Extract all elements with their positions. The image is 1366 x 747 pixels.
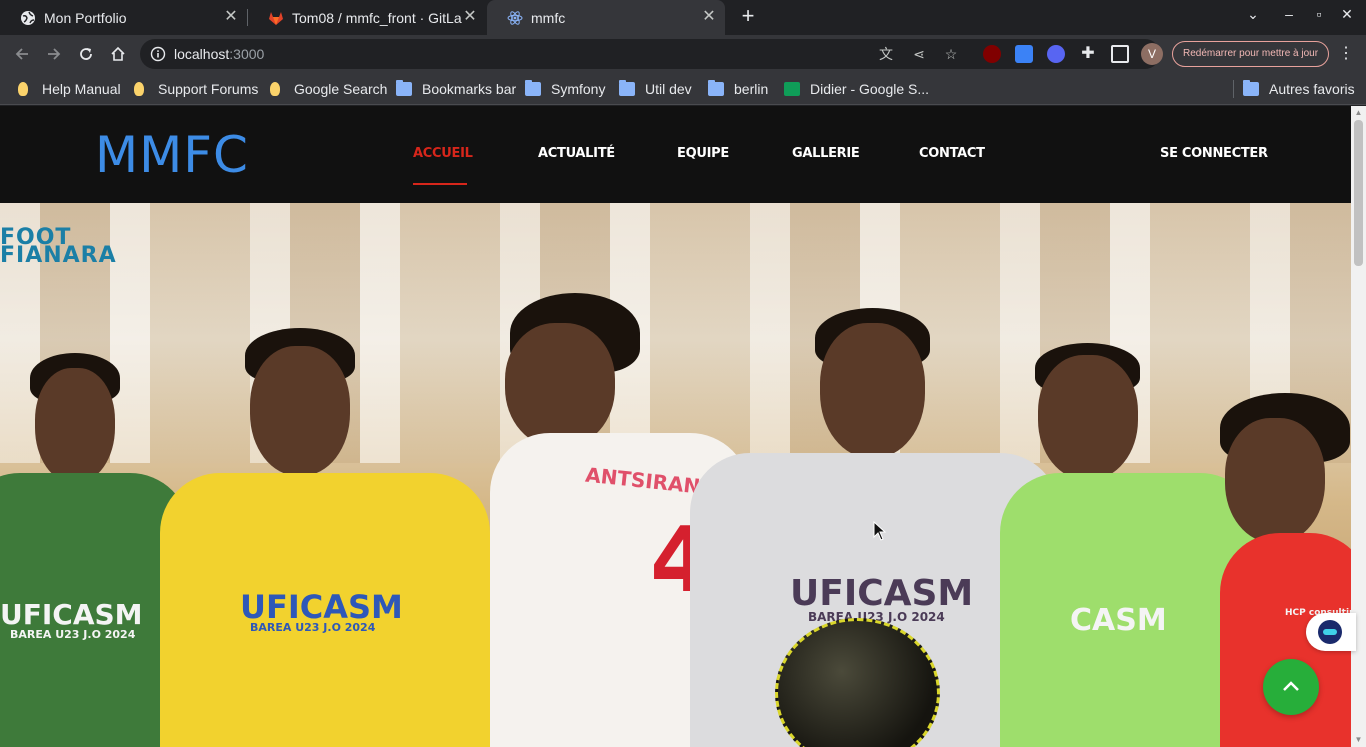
browser-toolbar: localhost:3000 文 ⋖ ☆ ✚ V Redémarrer pour… xyxy=(0,35,1366,73)
minimize-button[interactable]: – xyxy=(1279,6,1299,22)
bookmark-label: Autres favoris xyxy=(1269,81,1355,97)
login-link[interactable]: SE CONNECTER xyxy=(1160,146,1268,161)
bulb-icon xyxy=(18,82,28,96)
back-to-top-button[interactable] xyxy=(1263,659,1319,715)
star-icon[interactable]: ☆ xyxy=(943,46,959,62)
home-button[interactable] xyxy=(107,43,129,65)
bookmark-label: Support Forums xyxy=(158,81,259,97)
reload-button[interactable] xyxy=(75,43,97,65)
bookmark-support-forums[interactable]: Support Forums xyxy=(134,80,258,98)
site-logo[interactable]: MMFC xyxy=(95,126,249,184)
bookmark-help-manual[interactable]: Help Manual xyxy=(18,80,121,98)
player-photo: UFICASM BAREA U23 J.O 2024 xyxy=(160,328,490,747)
bookmarks-divider xyxy=(1233,80,1234,98)
extension-bot-icon[interactable] xyxy=(1047,45,1065,63)
folder-icon xyxy=(1243,80,1259,96)
close-icon[interactable]: ✕ xyxy=(462,9,478,25)
bookmark-berlin[interactable]: berlin xyxy=(708,80,768,98)
tab-mon-portfolio[interactable]: Mon Portfolio ✕ xyxy=(0,0,247,35)
chatbot-icon xyxy=(1318,620,1342,644)
jersey-text: UFICASM xyxy=(0,598,143,631)
tab-strip: Mon Portfolio ✕ Tom08 / mmfc_front · Git… xyxy=(0,0,1366,35)
scroll-up-icon[interactable]: ▲ xyxy=(1354,109,1363,117)
bookmark-label: Google Search xyxy=(294,81,388,97)
scroll-down-icon[interactable]: ▼ xyxy=(1354,736,1363,744)
nav-equipe[interactable]: EQUIPE xyxy=(677,146,729,161)
side-panel-icon[interactable] xyxy=(1111,45,1129,63)
chat-widget-button[interactable] xyxy=(1306,613,1356,651)
tab-title: Mon Portfolio xyxy=(44,9,127,26)
new-tab-button[interactable]: + xyxy=(737,5,759,28)
mouse-cursor-icon xyxy=(873,521,887,541)
jersey-text: BAREA U23 J.O 2024 xyxy=(10,628,136,641)
close-window-button[interactable]: ✕ xyxy=(1337,6,1357,23)
site-header: MMFC ACCUEIL ACTUALITÉ EQUIPE GALLERIE C… xyxy=(0,106,1351,203)
bookmark-util-dev[interactable]: Util dev xyxy=(619,80,692,98)
bulb-icon xyxy=(270,82,280,96)
bookmark-other-folder[interactable]: Autres favoris xyxy=(1243,80,1355,98)
tab-title: Tom08 / mmfc_front · GitLab xyxy=(292,9,462,26)
nav-contact[interactable]: CONTACT xyxy=(919,146,985,161)
url-port: :3000 xyxy=(229,46,265,62)
folder-icon xyxy=(619,80,635,96)
close-icon[interactable]: ✕ xyxy=(223,9,239,25)
translate-icon[interactable]: 文 xyxy=(878,46,894,62)
bulb-icon xyxy=(134,82,144,96)
puzzle-icon[interactable]: ✚ xyxy=(1079,45,1097,63)
forward-button[interactable] xyxy=(43,43,65,65)
arrow-left-icon xyxy=(15,48,28,60)
bookmark-bookmarks-bar[interactable]: Bookmarks bar xyxy=(396,80,516,98)
extension-translate-icon[interactable] xyxy=(1015,45,1033,63)
home-icon xyxy=(111,46,125,61)
tab-search-icon[interactable]: ⌄ xyxy=(1243,6,1263,23)
back-button[interactable] xyxy=(11,43,33,65)
globe-icon xyxy=(20,10,36,26)
nav-actualite[interactable]: ACTUALITÉ xyxy=(538,146,615,161)
menu-kebab-icon[interactable]: ⋮ xyxy=(1338,44,1354,64)
close-icon[interactable]: ✕ xyxy=(701,9,717,25)
bookmark-google-search[interactable]: Google Search xyxy=(270,80,387,98)
nav-gallerie[interactable]: GALLERIE xyxy=(792,146,860,161)
bookmark-label: Help Manual xyxy=(42,81,121,97)
maximize-button[interactable]: ▫ xyxy=(1309,6,1329,22)
hero-watermark-line2: FIANARA xyxy=(0,243,117,268)
tab-gitlab[interactable]: Tom08 / mmfc_front · GitLab ✕ xyxy=(248,0,486,35)
hero-watermark: FOOT FIANARA xyxy=(0,227,117,268)
jersey-text: BAREA U23 J.O 2024 xyxy=(250,621,376,634)
folder-icon xyxy=(708,80,724,96)
chevron-up-icon xyxy=(1283,681,1299,691)
hero-banner: FOOT FIANARA UFICASM BAREA U23 J.O 2024 … xyxy=(0,203,1351,747)
react-icon xyxy=(507,10,523,26)
bookmark-symfony[interactable]: Symfony xyxy=(525,80,605,98)
restart-button[interactable]: Redémarrer pour mettre à jour xyxy=(1172,41,1330,67)
info-icon[interactable] xyxy=(150,46,166,62)
tab-title: mmfc xyxy=(531,9,566,26)
bookmark-label: Util dev xyxy=(645,81,692,97)
bookmark-didier-sheets[interactable]: Didier - Google S... xyxy=(784,80,929,98)
jersey-text: CASM xyxy=(1070,603,1167,638)
bookmark-label: Symfony xyxy=(551,81,606,97)
nav-accueil[interactable]: ACCUEIL xyxy=(413,146,473,161)
address-bar[interactable]: localhost:3000 文 ⋖ ☆ xyxy=(140,39,1160,69)
folder-icon xyxy=(525,80,541,96)
arrow-right-icon xyxy=(48,48,61,60)
share-icon[interactable]: ⋖ xyxy=(911,46,927,62)
gitlab-icon xyxy=(268,10,284,26)
folder-icon xyxy=(396,80,412,96)
url-text: localhost:3000 xyxy=(174,46,264,62)
ublock-icon[interactable] xyxy=(983,45,1001,63)
active-nav-underline xyxy=(413,183,467,185)
bookmark-label: Bookmarks bar xyxy=(422,81,517,97)
url-host: localhost xyxy=(174,46,230,62)
bookmarks-bar: Help Manual Support Forums Google Search… xyxy=(0,73,1366,105)
bookmark-label: Didier - Google S... xyxy=(810,81,930,97)
scroll-thumb[interactable] xyxy=(1354,120,1363,266)
tab-mmfc[interactable]: mmfc ✕ xyxy=(487,0,725,35)
reload-icon xyxy=(80,48,92,60)
avatar[interactable]: V xyxy=(1141,43,1163,65)
sheets-icon xyxy=(784,82,800,96)
page-viewport: MMFC ACCUEIL ACTUALITÉ EQUIPE GALLERIE C… xyxy=(0,106,1366,747)
bookmark-label: berlin xyxy=(734,81,769,97)
jersey-text: UFICASM xyxy=(790,573,974,614)
